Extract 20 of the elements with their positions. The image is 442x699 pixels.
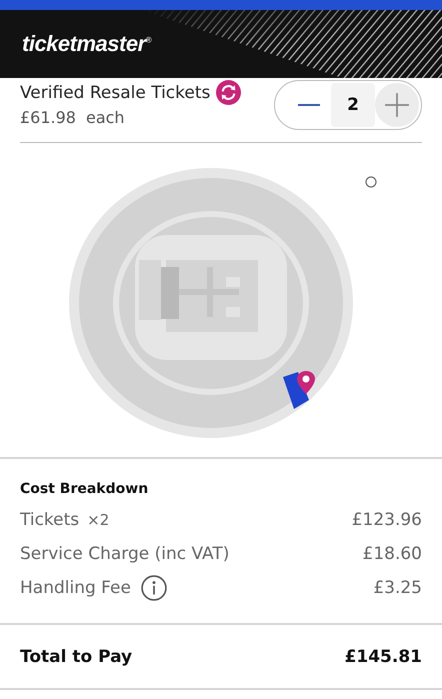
cost-label: Tickets [20, 510, 80, 530]
cost-label: Handling Fee [20, 578, 131, 598]
minus-icon [296, 104, 322, 106]
cost-amount: £18.60 [362, 544, 422, 564]
increase-button[interactable] [375, 83, 419, 127]
cost-amount: £123.96 [352, 510, 422, 530]
section-title: Cost Breakdown [20, 481, 150, 497]
cost-amount: £3.25 [373, 578, 422, 598]
ticket-title: Verified Resale Tickets [20, 82, 210, 102]
resale-icon [216, 80, 242, 105]
ticket-price: £61.98 [20, 108, 76, 127]
logo[interactable]: ticketmaster$^{®}$ [22, 31, 152, 57]
price-unit: each [86, 108, 125, 127]
cost-label: Service Charge (inc VAT) [20, 544, 230, 564]
plus-icon [384, 92, 410, 118]
ticket-count: ×2 [87, 511, 110, 529]
quantity-value: 2 [331, 83, 375, 127]
total-label: Total to Pay [20, 646, 132, 666]
total-amount: £145.81 [344, 646, 422, 666]
info-icon[interactable] [140, 575, 167, 601]
